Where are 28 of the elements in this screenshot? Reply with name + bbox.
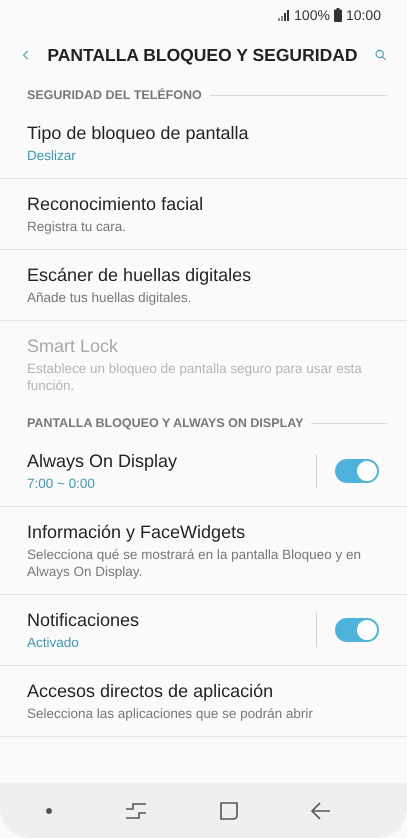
setting-title[interactable]: Reconocimiento facial (27, 194, 372, 215)
home-icon[interactable] (220, 800, 238, 820)
signal-icon (278, 10, 290, 20)
battery-icon (334, 8, 342, 22)
clock: 10:00 (346, 7, 381, 23)
setting-title[interactable]: Información y FaceWidgets (27, 522, 372, 543)
setting-subtitle: Registra tu cara. (27, 218, 128, 235)
section-header: SEGURIDAD DEL TELÉFONO (27, 88, 202, 102)
setting-title[interactable]: Accesos directos de aplicación (27, 681, 372, 702)
setting-title[interactable]: Escáner de huellas digitales (27, 265, 372, 286)
setting-subtitle: Selecciona las aplicaciones que se podrán abrir (27, 705, 314, 722)
dot-icon[interactable] (46, 808, 52, 814)
screen-title: PANTALLA BLOQUEO Y SEGURIDAD (47, 44, 358, 66)
battery-percent: 100% (294, 7, 330, 23)
setting-subtitle: Añade tus huellas digitales. (27, 289, 192, 306)
setting-subtitle: Deslizar (27, 147, 77, 164)
setting-subtitle: Establece un bloqueo de pantalla seguro para usar esta función. (27, 360, 363, 394)
toggle-switch[interactable] (335, 618, 377, 642)
toggle-switch[interactable] (335, 459, 377, 483)
section-header: PANTALLA BLOQUEO Y ALWAYS ON DISPLAY (27, 416, 304, 430)
setting-title[interactable]: Always On Display (27, 451, 306, 472)
setting-title[interactable]: Tipo de bloqueo de pantalla (27, 123, 372, 144)
setting-subtitle: Selecciona qué se mostrará en la pantalla Bloqueo y en Always On Display. (27, 546, 362, 580)
recent-apps-icon[interactable] (125, 802, 148, 820)
setting-subtitle: 7:00 ~ 0:00 (27, 475, 96, 492)
back-icon[interactable] (310, 802, 331, 820)
setting-title[interactable]: Notificaciones (27, 610, 306, 631)
setting-subtitle: Activado (27, 634, 80, 651)
